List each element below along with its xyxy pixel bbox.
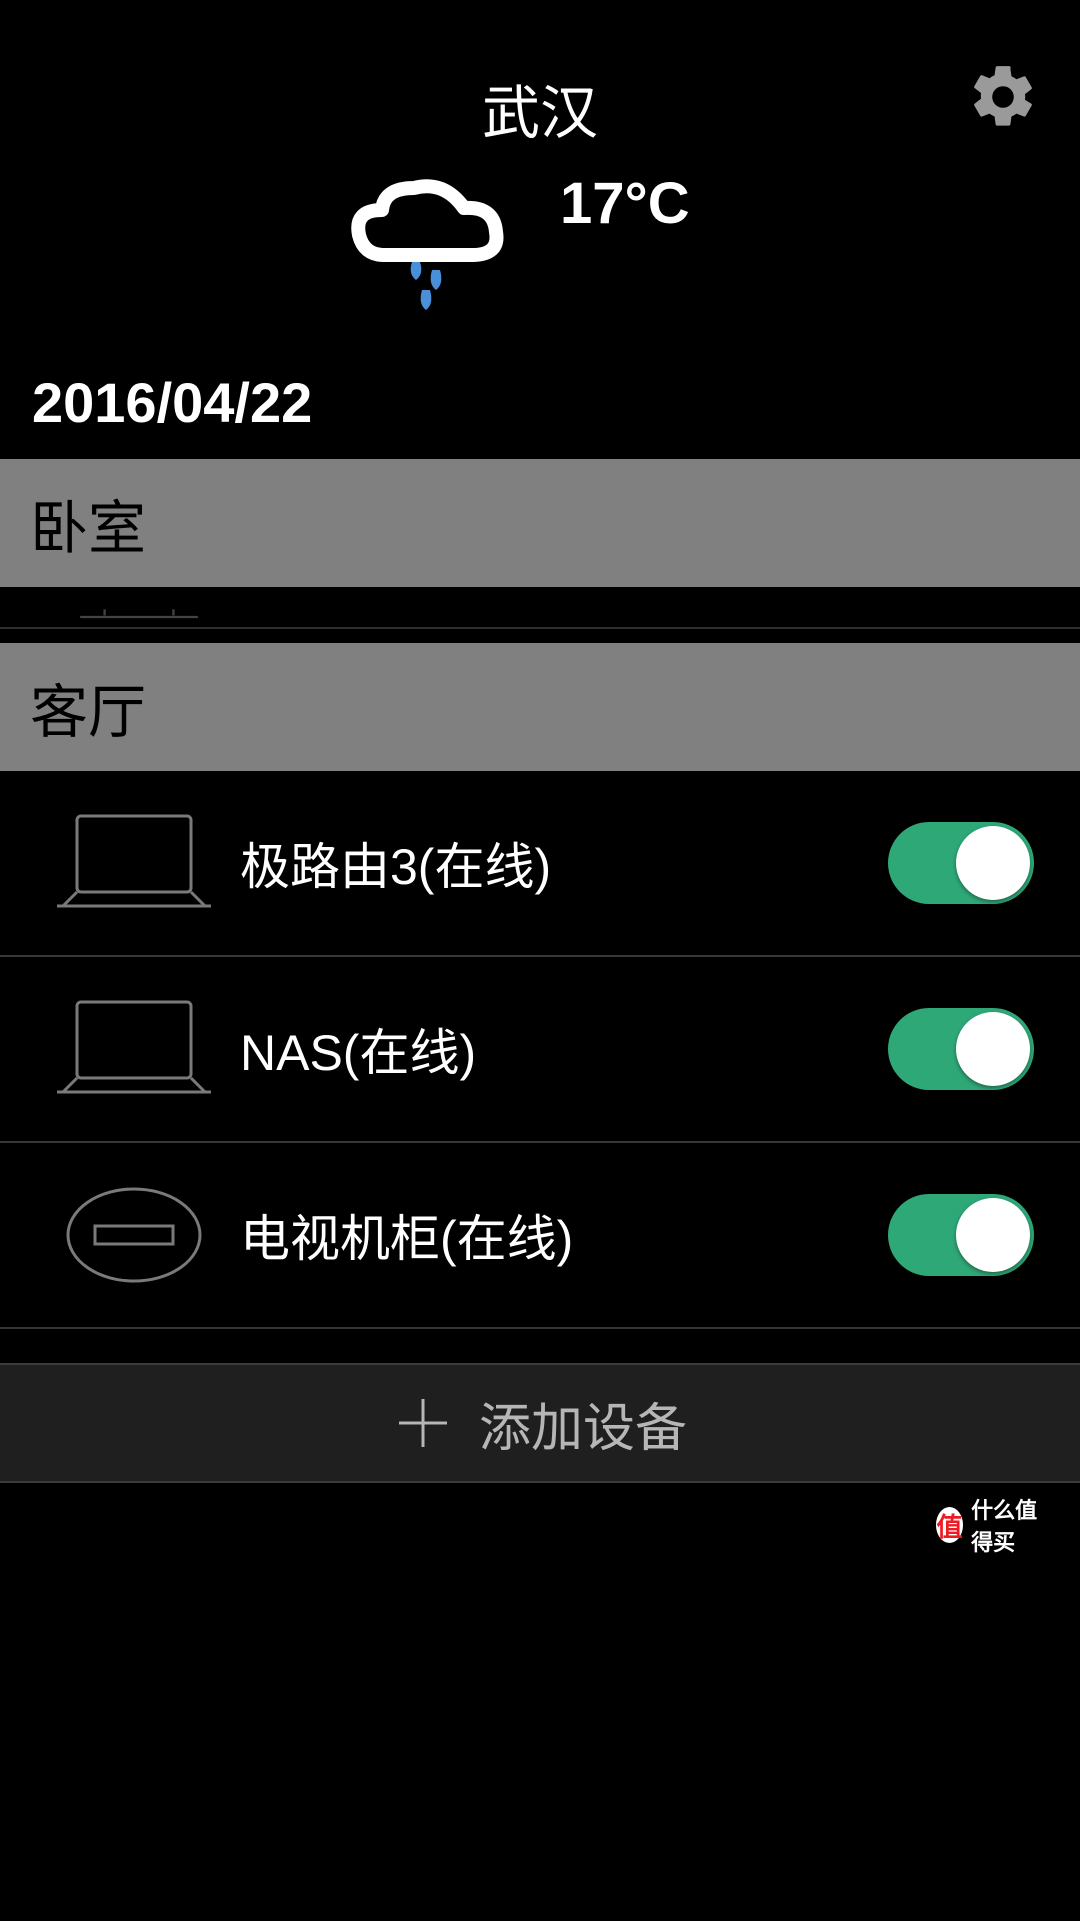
add-device-button[interactable]: 添加设备 bbox=[0, 1363, 1080, 1483]
rain-cloud-icon bbox=[324, 170, 524, 320]
header-bar: 武汉 bbox=[0, 0, 1080, 150]
device-label: 极路由3(在线) bbox=[224, 827, 888, 899]
laptop-icon bbox=[44, 798, 224, 928]
toggle-switch[interactable] bbox=[888, 1194, 1034, 1276]
temperature-label: 17°C bbox=[560, 170, 690, 237]
date-label: 2016/04/22 bbox=[0, 370, 1080, 435]
city-label: 武汉 bbox=[482, 66, 598, 150]
section-header-bedroom[interactable]: 卧室 bbox=[0, 459, 1080, 587]
device-row[interactable]: 极路由3(在线) bbox=[0, 771, 1080, 957]
watermark-text: 什么值得买 bbox=[971, 1493, 1054, 1557]
bedroom-peek-strip bbox=[0, 587, 1080, 629]
add-device-label: 添加设备 bbox=[479, 1386, 687, 1461]
section-header-living[interactable]: 客厅 bbox=[0, 643, 1080, 771]
toggle-switch[interactable] bbox=[888, 822, 1034, 904]
watermark-bubble: 值 bbox=[934, 1505, 965, 1545]
socket-icon bbox=[44, 1170, 224, 1300]
device-row[interactable]: NAS(在线) bbox=[0, 957, 1080, 1143]
laptop-icon bbox=[74, 607, 204, 627]
device-label: NAS(在线) bbox=[224, 1013, 888, 1085]
plus-icon bbox=[393, 1393, 453, 1453]
device-label: 电视机柜(在线) bbox=[224, 1199, 888, 1271]
laptop-icon bbox=[44, 984, 224, 1114]
app-screen: 武汉 17°C 2016/04/22 卧室 客厅 bbox=[0, 0, 1080, 1921]
weather-panel: 17°C bbox=[0, 150, 1080, 370]
device-row[interactable]: 电视机柜(在线) bbox=[0, 1143, 1080, 1329]
gear-icon[interactable] bbox=[966, 60, 1040, 134]
toggle-switch[interactable] bbox=[888, 1008, 1034, 1090]
watermark: 值 什么值得买 bbox=[934, 1499, 1054, 1551]
